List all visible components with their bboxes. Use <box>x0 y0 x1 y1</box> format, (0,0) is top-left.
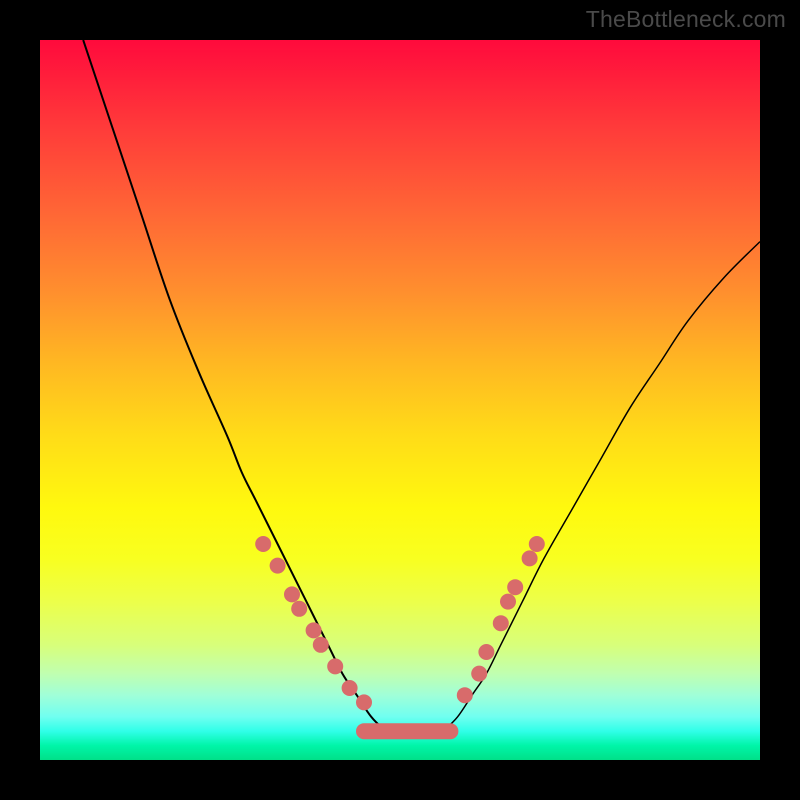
marker-dot <box>500 594 516 610</box>
marker-dot <box>457 687 473 703</box>
chart-plot-area <box>40 40 760 760</box>
marker-dot <box>356 694 372 710</box>
marker-dot <box>270 558 286 574</box>
watermark-text: TheBottleneck.com <box>586 6 786 33</box>
marker-dot <box>313 637 329 653</box>
chart-svg <box>40 40 760 760</box>
marker-dot <box>471 666 487 682</box>
marker-dot <box>255 536 271 552</box>
marker-dot <box>327 658 343 674</box>
marker-dot <box>529 536 545 552</box>
marker-dot <box>493 615 509 631</box>
marker-dot <box>306 622 322 638</box>
marker-dot <box>478 644 494 660</box>
marker-dot <box>522 550 538 566</box>
marker-dots-group <box>255 536 545 710</box>
marker-dot <box>507 579 523 595</box>
marker-dot <box>342 680 358 696</box>
curve-left-branch <box>83 40 385 731</box>
marker-dot <box>291 601 307 617</box>
marker-dot <box>284 586 300 602</box>
